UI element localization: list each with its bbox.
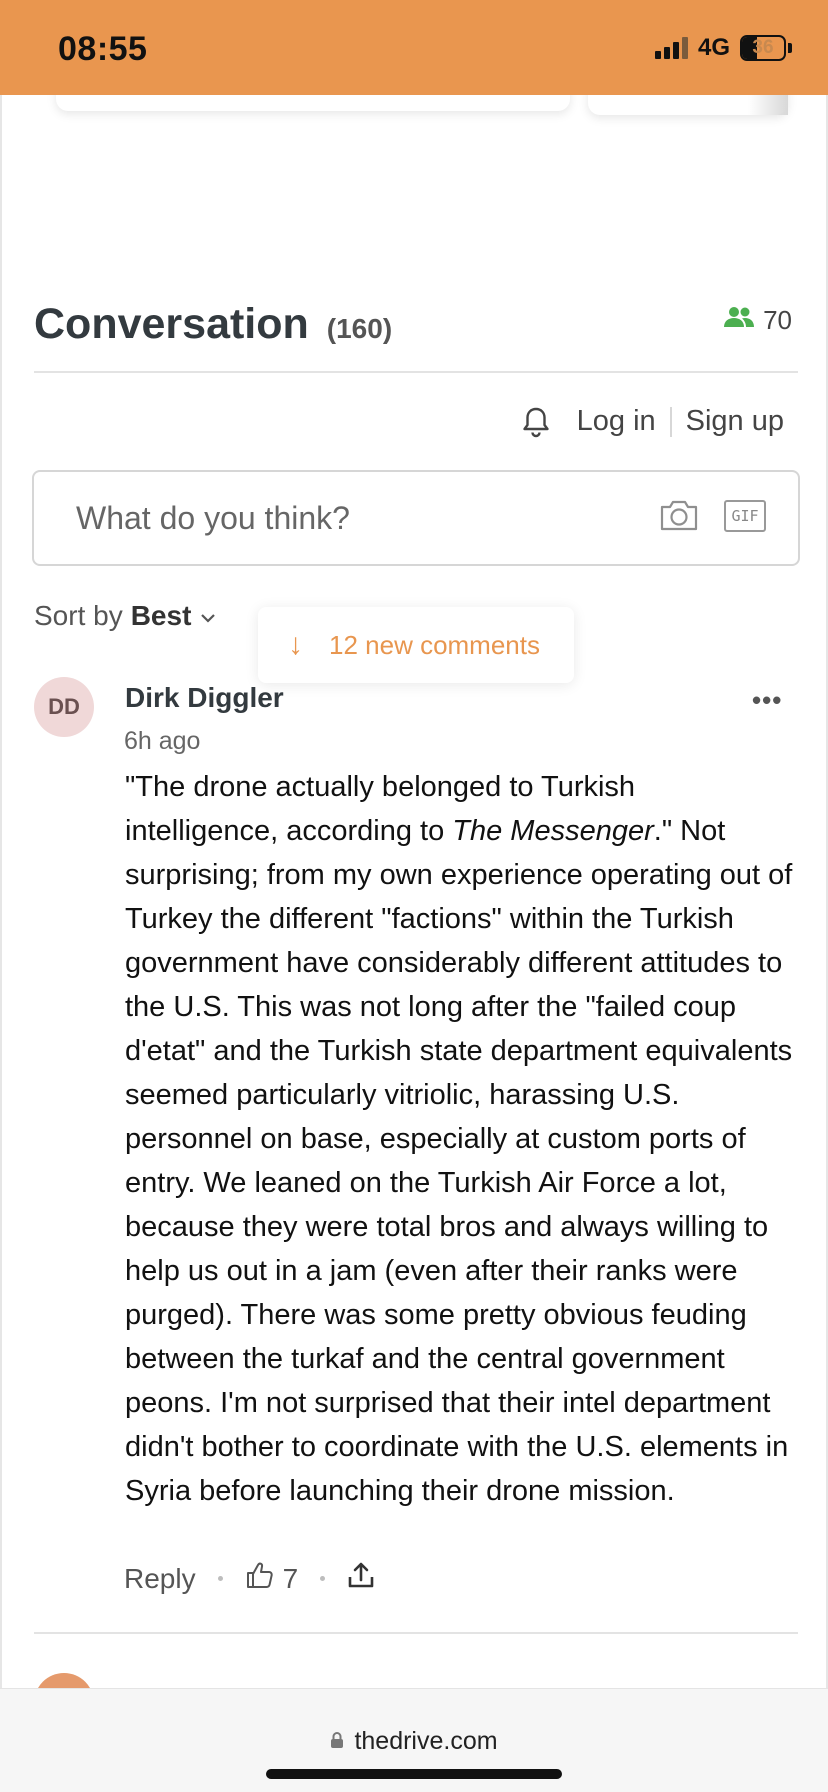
battery-percent: 36: [752, 37, 774, 58]
url-display[interactable]: thedrive.com: [0, 1727, 828, 1756]
new-comments-button[interactable]: ↓ 12 new comments: [258, 607, 574, 683]
comment-text-italic: The Messenger: [452, 815, 654, 847]
auth-separator: [669, 406, 672, 437]
share-icon[interactable]: [347, 1560, 375, 1597]
divider: [34, 371, 798, 373]
online-count: 70: [763, 305, 792, 335]
page-content: Conversation (160) 70 Log in Sign up Wha…: [0, 95, 828, 1688]
conversation-title: Conversation: [34, 300, 309, 348]
comment-count: (160): [326, 313, 393, 344]
like-button[interactable]: 7: [245, 1560, 299, 1597]
related-card[interactable]: [56, 95, 570, 111]
status-indicators: 4G 36: [654, 34, 792, 62]
divider: [34, 1632, 798, 1634]
gif-button[interactable]: GIF: [724, 500, 766, 532]
comment-body: "The drone actually belonged to Turkish …: [125, 765, 795, 1513]
comment-actions: Reply 7: [124, 1560, 375, 1597]
chevron-down-icon: [199, 600, 217, 632]
comment-timestamp: 6h ago: [124, 727, 201, 755]
reply-button[interactable]: Reply: [124, 1563, 196, 1595]
sort-dropdown[interactable]: Sort by Best: [34, 600, 217, 632]
signup-link[interactable]: Sign up: [686, 405, 784, 438]
battery-cap: [788, 43, 792, 53]
comment-author[interactable]: Dirk Diggler: [125, 682, 284, 714]
cellular-signal-icon: [654, 37, 688, 59]
comment-composer: GIF: [32, 470, 800, 566]
avatar[interactable]: [34, 1673, 94, 1688]
arrow-down-icon: ↓: [288, 628, 303, 661]
separator-dot: [320, 1576, 326, 1581]
lock-icon: [330, 1727, 344, 1756]
comment-text: ." Not surprising; from my own experienc…: [125, 815, 793, 1507]
bell-icon[interactable]: [521, 406, 551, 438]
related-card[interactable]: [588, 95, 788, 115]
online-users: 70: [723, 305, 792, 336]
thumbs-up-icon: [245, 1560, 275, 1597]
home-indicator: [266, 1769, 562, 1779]
camera-icon[interactable]: [659, 498, 699, 532]
more-options-icon[interactable]: •••: [752, 685, 782, 716]
conversation-header: Conversation (160): [34, 300, 392, 349]
status-bar: 08:55 4G 36: [0, 0, 828, 95]
network-type: 4G: [697, 34, 730, 61]
separator-dot: [217, 1576, 223, 1581]
status-time: 08:55: [58, 30, 148, 68]
auth-row: Log in Sign up: [521, 405, 784, 438]
battery-icon: 36: [740, 35, 786, 61]
login-link[interactable]: Log in: [577, 405, 656, 438]
url-text: thedrive.com: [354, 1727, 498, 1755]
avatar[interactable]: DD: [34, 677, 94, 737]
sort-prefix: Sort by: [34, 600, 123, 631]
sort-value: Best: [130, 600, 192, 631]
browser-url-bar: thedrive.com: [0, 1688, 828, 1792]
users-icon: [723, 306, 755, 335]
like-count: 7: [282, 1562, 299, 1594]
new-comments-label: 12 new comments: [329, 629, 540, 660]
